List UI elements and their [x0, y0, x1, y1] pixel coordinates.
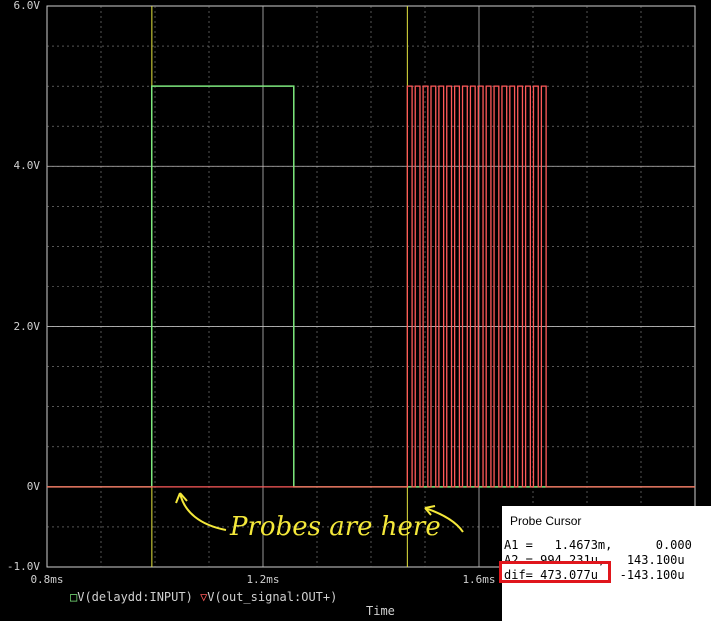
x-tick-label: 0.8ms	[30, 573, 64, 586]
cursor-a1-readout: A1 = 1.4673m, 0.000	[504, 538, 692, 552]
y-tick-label: 6.0V	[13, 0, 41, 12]
probe-cursor-panel[interactable]: Probe Cursor A1 = 1.4673m, 0.000 A2 = 99…	[499, 506, 711, 621]
x-tick-label: 1.2ms	[246, 573, 280, 586]
annotation-arrow-left	[175, 492, 227, 531]
probes-annotation: Probes are here	[230, 512, 441, 542]
legend: □V(delaydd:INPUT) ▽V(out_signal:OUT+)	[70, 590, 337, 604]
dif-highlight-box	[499, 561, 611, 583]
legend-input-label[interactable]: V(delaydd:INPUT)	[77, 590, 193, 604]
y-tick-label: -1.0V	[6, 560, 40, 573]
x-axis-title: Time	[366, 604, 395, 618]
y-tick-label: 2.0V	[13, 319, 41, 333]
y-tick-label: 0V	[26, 479, 40, 493]
y-tick-label: 4.0V	[13, 159, 41, 173]
probe-cursor-title: Probe Cursor	[510, 514, 582, 528]
legend-output-label[interactable]: V(out_signal:OUT+)	[207, 590, 337, 604]
